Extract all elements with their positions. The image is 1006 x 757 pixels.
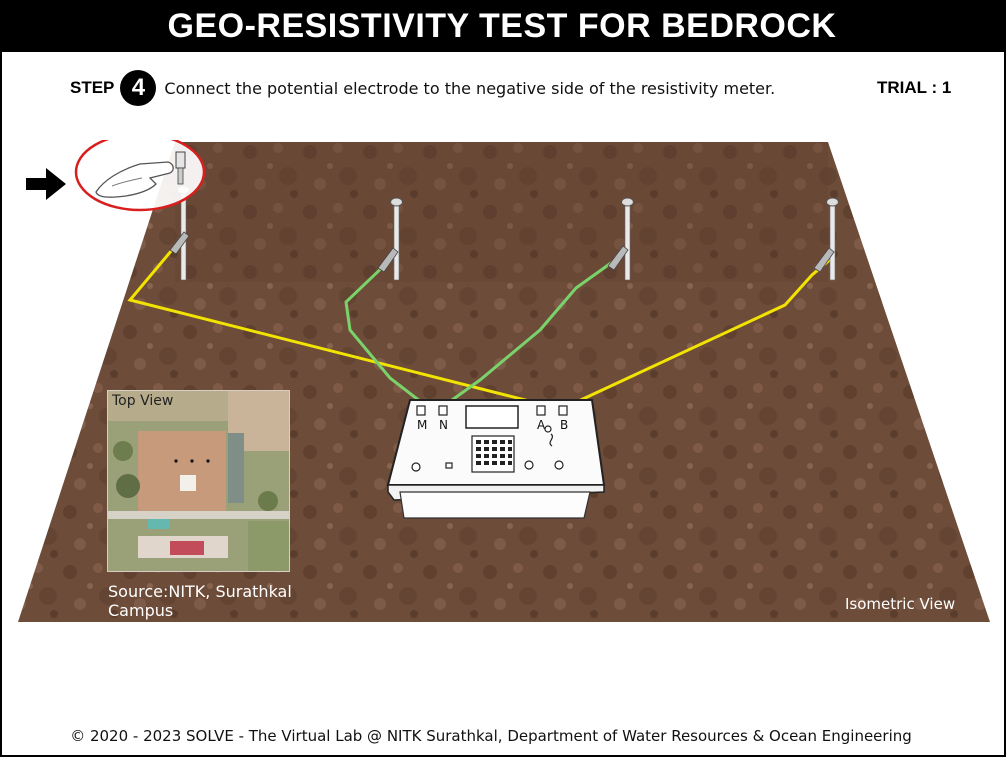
terminal-b-post[interactable] (558, 405, 568, 416)
step-instruction: Connect the potential electrode to the n… (164, 78, 776, 98)
instruction-row: STEP 4 Connect the potential electrode t… (70, 70, 775, 106)
step-number-badge: 4 (120, 70, 157, 106)
hammer-hand-icon[interactable] (74, 140, 206, 212)
meter-switch[interactable] (445, 462, 453, 469)
meter-knob-2[interactable] (524, 460, 534, 470)
terminal-m-post[interactable] (416, 405, 426, 416)
top-view-label: Top View (112, 393, 174, 409)
trial-counter: TRIAL : 1 (877, 78, 952, 97)
terminal-n-label: N (439, 418, 448, 432)
terminal-a-post[interactable] (536, 405, 546, 416)
step-label: STEP (70, 78, 115, 97)
meter-knob-3[interactable] (554, 460, 564, 470)
meter-toggle[interactable] (544, 425, 552, 433)
footer-copyright: © 2020 - 2023 SOLVE - The Virtual Lab @ … (70, 727, 912, 745)
meter-display (465, 405, 519, 429)
view-mode-label: Isometric View (845, 595, 956, 613)
meter-keypad[interactable] (471, 435, 515, 473)
terminal-a-label: A (537, 418, 546, 432)
terminal-n-post[interactable] (438, 405, 448, 416)
terminal-b-label: B (560, 418, 569, 432)
meter-knob-1[interactable] (411, 462, 421, 472)
top-view-map: Top View (107, 390, 290, 572)
satellite-image (108, 391, 289, 571)
page-title: GEO-RESISTIVITY TEST FOR BEDROCK (0, 0, 1004, 52)
arrow-right-icon (26, 168, 66, 200)
map-source-caption: Source:NITK, Surathkal Campus (108, 582, 292, 620)
terminal-m-label: M (417, 418, 428, 432)
